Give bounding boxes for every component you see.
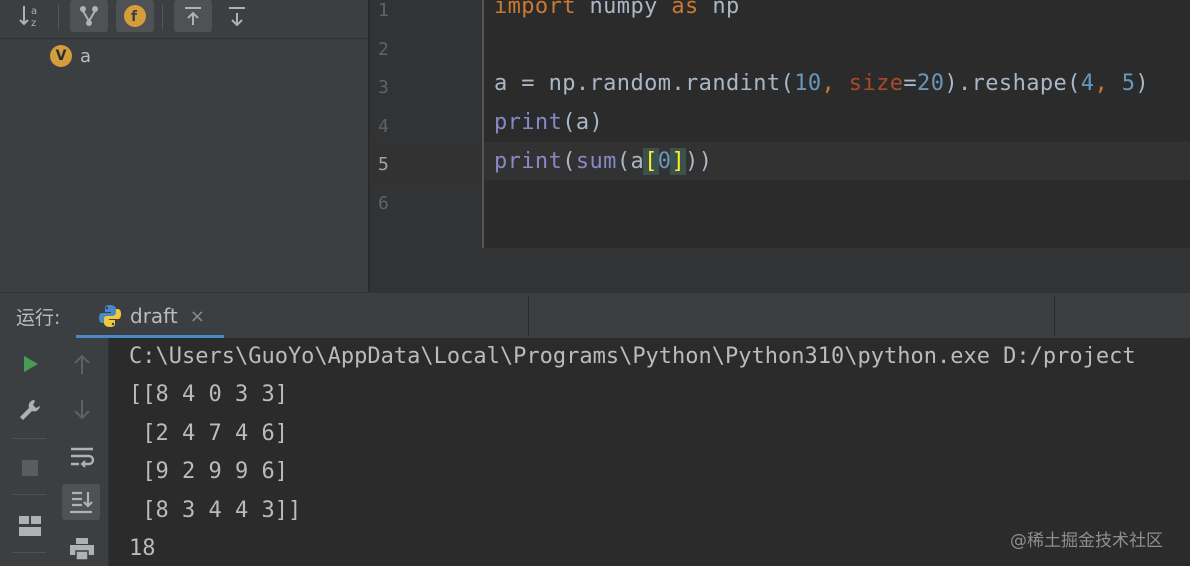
code-token: ,	[821, 71, 849, 96]
soft-wrap-icon	[69, 445, 95, 469]
structure-toolbar: az f	[0, 0, 368, 39]
watermark: @稀土掘金技术社区	[1010, 531, 1163, 551]
code-editor[interactable]	[370, 0, 1190, 248]
console-line: [9 2 9 9 6]	[129, 459, 288, 485]
gutter-divider	[482, 0, 484, 248]
print-button[interactable]	[64, 532, 100, 566]
python-icon	[98, 304, 122, 328]
code-token: np	[698, 0, 740, 19]
code-token: 5	[1121, 71, 1136, 96]
code-token: 0	[657, 149, 672, 174]
print-icon	[69, 537, 95, 561]
code-token: 4	[1080, 71, 1095, 96]
structure-item-label: a	[80, 45, 92, 67]
current-line-highlight	[370, 142, 1190, 180]
code-token: print	[494, 149, 563, 174]
show-inherited-button[interactable]	[70, 0, 108, 32]
line-number: 4	[378, 115, 389, 137]
code-token: ))	[685, 149, 713, 174]
header-divider	[528, 296, 529, 336]
stop-button[interactable]	[16, 454, 44, 482]
code-line[interactable]: print(sum(a[0]))	[494, 148, 713, 175]
layout-button[interactable]	[14, 510, 46, 542]
header-divider	[1054, 296, 1055, 336]
console-line: [[8 4 0 3 3]	[129, 382, 288, 408]
code-token: as	[671, 0, 699, 19]
code-line[interactable]: import numpy as np	[494, 0, 740, 19]
code-token: [	[643, 148, 659, 175]
scroll-down-icon	[226, 5, 248, 27]
scroll-up-icon	[182, 5, 204, 27]
console-line: C:\Users\GuoYo\AppData\Local\Programs\Py…	[129, 344, 1136, 369]
run-tab-draft[interactable]: draft ×	[90, 295, 232, 337]
code-token: numpy	[575, 0, 672, 19]
code-token: size	[848, 71, 904, 96]
code-token: ]	[670, 148, 687, 175]
svg-text:a: a	[31, 6, 37, 17]
scroll-to-end-icon	[68, 490, 94, 514]
code-token: )	[1135, 71, 1150, 96]
arrow-down-icon	[72, 399, 92, 421]
line-number: 3	[378, 77, 389, 98]
line-number: 5	[378, 154, 389, 175]
previous-occurrence-button[interactable]	[68, 350, 96, 378]
close-tab-icon[interactable]: ×	[190, 306, 205, 327]
code-token: =	[903, 71, 918, 96]
autoscroll-from-source-button[interactable]	[218, 0, 256, 32]
console-line: 18	[129, 536, 156, 561]
svg-text:z: z	[31, 18, 36, 29]
code-token: (a)	[562, 109, 604, 135]
code-line[interactable]: print(a)	[494, 110, 603, 135]
console-actions-toolbar	[56, 338, 109, 566]
layout-icon	[18, 515, 42, 537]
variable-icon: V	[50, 45, 72, 67]
line-number: 6	[378, 192, 389, 214]
hierarchy-icon	[78, 5, 100, 27]
wrench-icon	[17, 397, 43, 423]
code-token: 10	[794, 71, 822, 96]
console-line: [2 4 7 4 6]	[129, 420, 288, 446]
sort-alpha-icon: az	[18, 3, 44, 29]
scroll-to-end-button[interactable]	[62, 484, 100, 520]
edit-configuration-button[interactable]	[14, 394, 46, 426]
code-token: a = np.random.randint(	[494, 71, 795, 96]
code-token: (	[562, 149, 576, 174]
stop-icon	[21, 459, 39, 477]
line-number: 1	[378, 0, 389, 21]
console-line: [8 3 4 4 3]]	[129, 497, 302, 523]
svg-text:f: f	[131, 9, 138, 25]
code-line[interactable]: a = np.random.randint(10, size=20).resha…	[494, 71, 1149, 96]
code-token: sum	[575, 149, 617, 174]
code-token: ,	[1094, 71, 1122, 96]
code-token: import	[494, 0, 576, 19]
structure-item-a[interactable]: V a	[50, 44, 91, 68]
field-icon: f	[123, 4, 147, 28]
code-token: print	[494, 109, 563, 135]
run-actions-toolbar	[0, 338, 56, 566]
editor-bottom-area	[370, 248, 1190, 292]
run-tab-label: draft	[130, 304, 178, 328]
run-window-title: 运行:	[16, 307, 61, 329]
autoscroll-to-source-button[interactable]	[174, 0, 212, 32]
sort-alpha-button[interactable]: az	[12, 0, 50, 32]
code-token: (a	[616, 149, 645, 174]
play-icon	[20, 354, 40, 374]
line-number: 2	[378, 38, 389, 60]
code-token: 20	[917, 71, 945, 96]
rerun-button[interactable]	[16, 350, 44, 378]
code-token: ).reshape(	[944, 71, 1081, 96]
soft-wrap-button[interactable]	[64, 440, 100, 474]
next-occurrence-button[interactable]	[68, 396, 96, 424]
show-fields-button[interactable]: f	[116, 0, 154, 32]
arrow-up-icon	[72, 353, 92, 375]
